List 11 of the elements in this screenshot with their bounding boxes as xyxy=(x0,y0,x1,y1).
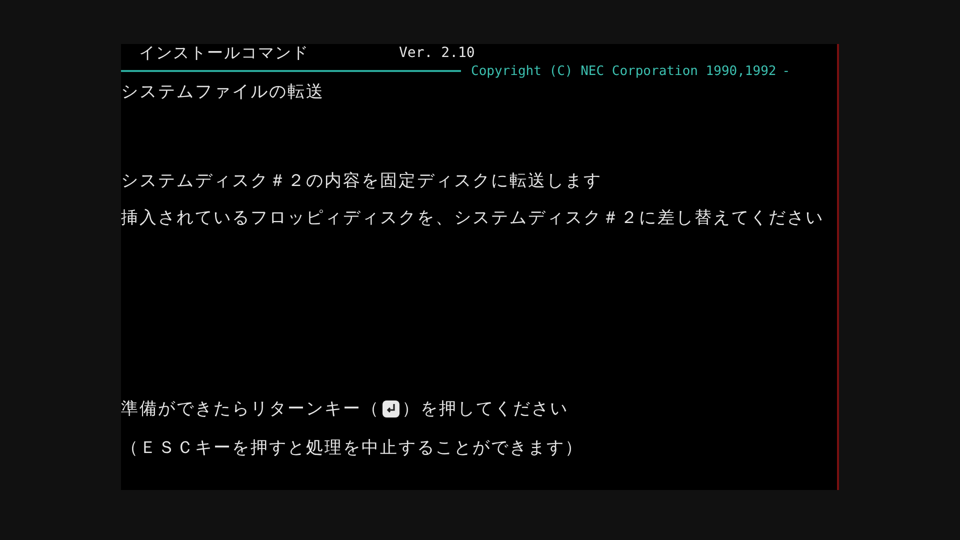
prompt-text: ）を押してください xyxy=(402,398,568,420)
section-title: システムファイルの転送 xyxy=(121,81,326,103)
message-text: システムディスク＃２の内容を固定ディスクに転送します xyxy=(121,170,603,192)
program-title: インストールコマンド xyxy=(139,42,310,64)
return-key-icon xyxy=(382,400,400,418)
copyright-text: Copyright (C) NEC Corporation 1990,1992 xyxy=(471,64,776,78)
copyright-dash: - xyxy=(782,64,790,78)
version-label: Ver. 2.10 xyxy=(399,45,475,61)
message-text: 挿入されているフロッピィディスクを、システムディスク＃２に差し替えてください xyxy=(121,207,825,229)
note-text: （ＥＳＣキーを押すと処理を中止することができます） xyxy=(121,437,584,459)
prompt-text: 準備ができたらリターンキー（ xyxy=(121,398,380,420)
